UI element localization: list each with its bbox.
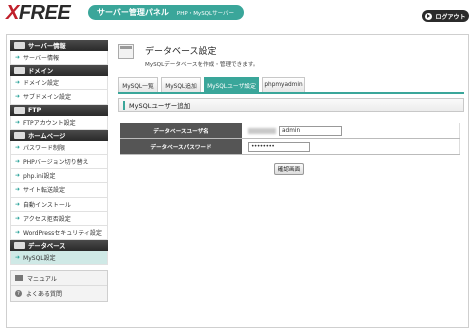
page-subtitle: MySQLデータベースを作成・管理できます。: [145, 62, 259, 68]
sidebar-item-access-deny[interactable]: ➜ アクセス拒否設定: [10, 211, 108, 226]
add-user-form: データベースユーザ名 admin データベースパスワード ••••••••: [120, 123, 460, 155]
sidebar-item-site-redirect[interactable]: ➜ サイト転送設定: [10, 183, 108, 198]
arrow-icon: ➜: [15, 79, 21, 87]
panel-title-badge: サーバー管理パネル PHP・MySQLサーバー: [88, 5, 244, 20]
panel-subtitle: PHP・MySQLサーバー: [176, 10, 235, 17]
form-row-username: データベースユーザ名 admin: [120, 123, 460, 139]
tab-mysql-user-settings[interactable]: MySQLユーザ設定: [204, 77, 259, 92]
arrow-icon: ➜: [15, 200, 21, 208]
logout-button[interactable]: ログアウト: [422, 10, 469, 22]
folder-icon: [14, 106, 25, 114]
sidebar-item-password-restriction[interactable]: ➜ パスワード制限: [10, 140, 108, 155]
tab-bar: MySQL一覧 MySQL追加 MySQLユーザ設定 phpmyadmin: [118, 77, 308, 92]
tab-mysql-list[interactable]: MySQL一覧: [118, 77, 158, 92]
sidebar-item-wordpress-security[interactable]: ➜ WordPressセキュリティ設定: [10, 225, 108, 241]
arrow-icon: ➜: [15, 186, 21, 194]
arrow-icon: ➜: [15, 254, 21, 262]
sidebar-section-server-info: サーバー情報: [10, 40, 108, 51]
database-icon: [14, 242, 25, 250]
tab-underline: [118, 92, 464, 94]
password-label: データベースパスワード: [120, 139, 242, 154]
sidebar-item-server-info[interactable]: ➜ サーバー情報: [10, 51, 108, 66]
arrow-icon: ➜: [15, 118, 21, 126]
server-icon: [14, 42, 25, 49]
tab-phpmyadmin[interactable]: phpmyadmin: [262, 77, 305, 92]
tab-mysql-add[interactable]: MySQL追加: [161, 77, 201, 92]
form-row-password: データベースパスワード ••••••••: [120, 139, 460, 155]
sidebar-section-ftp: FTP: [10, 104, 108, 116]
password-input[interactable]: ••••••••: [248, 141, 310, 152]
manual-link[interactable]: マニュアル: [11, 271, 107, 287]
username-input[interactable]: admin: [279, 125, 342, 136]
sidebar-item-php-version[interactable]: ➜ PHPバージョン切り替え: [10, 154, 108, 170]
panel-title: サーバー管理パネル: [97, 8, 169, 17]
arrow-icon: ➜: [15, 228, 21, 236]
sidebar-item-ftp-account[interactable]: ➜ FTPアカウント設定: [10, 115, 108, 130]
arrow-icon: ➜: [15, 214, 21, 222]
sidebar: サーバー情報 ➜ サーバー情報 ドメイン ➜ ドメイン設定 ➜ サブドメイン設定 FT…: [10, 40, 108, 303]
faq-link[interactable]: ? よくある質問: [11, 286, 107, 301]
xfree-logo: XFREE: [6, 2, 71, 24]
sidebar-item-php-ini[interactable]: ➜ php.ini設定: [10, 169, 108, 184]
logout-icon: [425, 12, 433, 20]
arrow-icon: ➜: [15, 143, 21, 151]
arrow-icon: ➜: [15, 172, 21, 180]
arrow-icon: ➜: [15, 54, 21, 62]
database-page-icon: [118, 44, 134, 59]
book-icon: [15, 275, 23, 282]
question-icon: ?: [15, 290, 22, 298]
page-title: データベース設定: [145, 47, 217, 57]
sidebar-item-mysql-settings[interactable]: ➜ MySQL設定: [10, 251, 108, 266]
arrow-icon: ➜: [15, 158, 21, 166]
sidebar-section-domain: ドメイン: [10, 65, 108, 77]
sidebar-item-domain-settings[interactable]: ➜ ドメイン設定: [10, 76, 108, 91]
confirm-button[interactable]: 確認画面: [274, 163, 304, 175]
section-title: MySQLユーザー追加: [118, 98, 464, 112]
home-icon: [14, 131, 25, 139]
arrow-icon: ➜: [15, 93, 21, 101]
globe-icon: [14, 67, 25, 75]
username-prefix: [248, 127, 276, 134]
sidebar-item-auto-install[interactable]: ➜ 自動インストール: [10, 197, 108, 212]
help-links: マニュアル ? よくある質問: [10, 270, 108, 303]
sidebar-item-subdomain-settings[interactable]: ➜ サブドメイン設定: [10, 90, 108, 105]
sidebar-section-homepage: ホームページ: [10, 129, 108, 141]
username-label: データベースユーザ名: [120, 123, 242, 138]
sidebar-section-database: データベース: [10, 240, 108, 252]
